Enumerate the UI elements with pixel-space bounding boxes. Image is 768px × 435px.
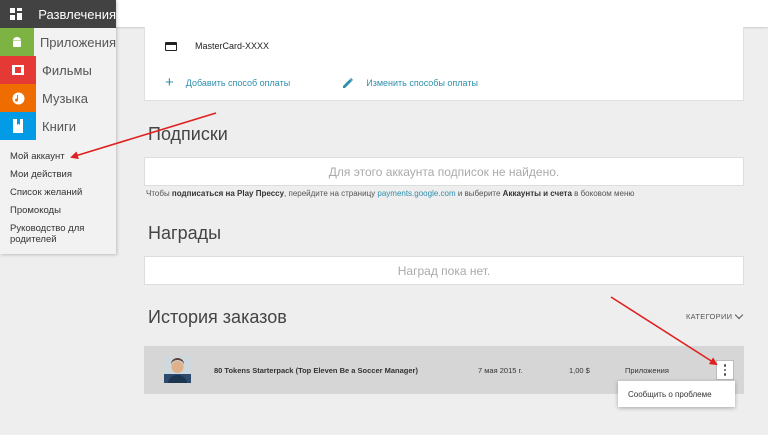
nav-entertainment[interactable]: Развлечения	[0, 0, 116, 28]
sidebar: Развлечения Приложения Фильмы Музыка Кни…	[0, 0, 116, 254]
edit-payment-methods-button[interactable]: Изменить способы оплаты	[342, 77, 478, 89]
credit-card-icon	[165, 41, 177, 51]
note-mid2: и выберите	[455, 189, 503, 198]
order-history-title: История заказов	[148, 307, 287, 327]
add-payment-method-button[interactable]: + Добавить способ оплаты	[165, 74, 291, 91]
link-parent-guide[interactable]: Руководство для родителей	[10, 220, 116, 246]
nav-books[interactable]: Книги	[0, 112, 116, 140]
note-bold-accounts: Аккаунты и счета	[502, 189, 572, 198]
pencil-icon	[342, 77, 354, 89]
order-item-title: 80 Tokens Starterpack (Top Eleven Be a S…	[214, 366, 418, 375]
plus-icon: +	[165, 74, 174, 91]
link-wishlist[interactable]: Список желаний	[10, 184, 116, 202]
categories-label: КАТЕГОРИИ	[686, 312, 733, 321]
payment-card-row: MasterCard-XXXX	[165, 41, 269, 51]
link-my-activity[interactable]: Мои действия	[10, 166, 116, 184]
add-payment-label: Добавить способ оплаты	[185, 78, 291, 88]
note-mid: , перейдите на страницу	[284, 189, 378, 198]
subscriptions-empty-box: Для этого аккаунта подписок не найдено.	[144, 157, 744, 186]
payments-link[interactable]: payments.google.com	[377, 189, 455, 198]
music-icon	[0, 84, 36, 112]
note-bold-subscribe: подписаться на Play Прессу	[171, 189, 285, 198]
order-price: 1,00 $	[569, 366, 590, 375]
nav-entertainment-label: Развлечения	[38, 6, 116, 22]
rewards-empty-box: Наград пока нет.	[144, 256, 744, 285]
nav-movies[interactable]: Фильмы	[0, 56, 116, 84]
app-thumbnail	[164, 356, 191, 383]
report-problem-menu-item[interactable]: Сообщить о проблеме	[618, 381, 735, 407]
nav-apps[interactable]: Приложения	[0, 28, 116, 56]
more-vert-icon[interactable]	[716, 360, 734, 380]
grid-icon	[0, 0, 33, 28]
note-prefix: Чтобы	[146, 189, 172, 198]
android-icon	[0, 28, 34, 56]
subscriptions-empty-text: Для этого аккаунта подписок не найдено.	[328, 164, 560, 179]
nav-music-label: Музыка	[42, 90, 88, 106]
subscriptions-title: Подписки	[148, 124, 228, 144]
film-icon	[0, 56, 36, 84]
rewards-title: Награды	[148, 223, 222, 243]
subscriptions-note: Чтобы подписаться на Play Прессу, перейд…	[146, 189, 634, 198]
order-date: 7 мая 2015 г.	[478, 366, 523, 375]
edit-payment-label: Изменить способы оплаты	[366, 78, 478, 88]
nav-apps-label: Приложения	[39, 34, 116, 50]
nav-music[interactable]: Музыка	[0, 84, 116, 112]
rewards-empty-text: Наград пока нет.	[397, 263, 491, 278]
book-icon	[0, 112, 36, 140]
link-my-account[interactable]: Мой аккаунт	[10, 148, 116, 166]
payment-methods-card: MasterCard-XXXX + Добавить способ оплаты…	[144, 27, 744, 101]
card-label: MasterCard-XXXX	[195, 41, 270, 51]
nav-books-label: Книги	[42, 118, 77, 134]
link-promo-codes[interactable]: Промокоды	[10, 202, 116, 220]
note-suffix: в боковом меню	[571, 189, 635, 198]
report-problem-label: Сообщить о проблеме	[628, 389, 712, 399]
nav-movies-label: Фильмы	[42, 62, 92, 78]
order-category: Приложения	[625, 366, 669, 375]
categories-dropdown[interactable]: КАТЕГОРИИ	[686, 310, 744, 321]
chevron-down-icon	[735, 310, 744, 320]
